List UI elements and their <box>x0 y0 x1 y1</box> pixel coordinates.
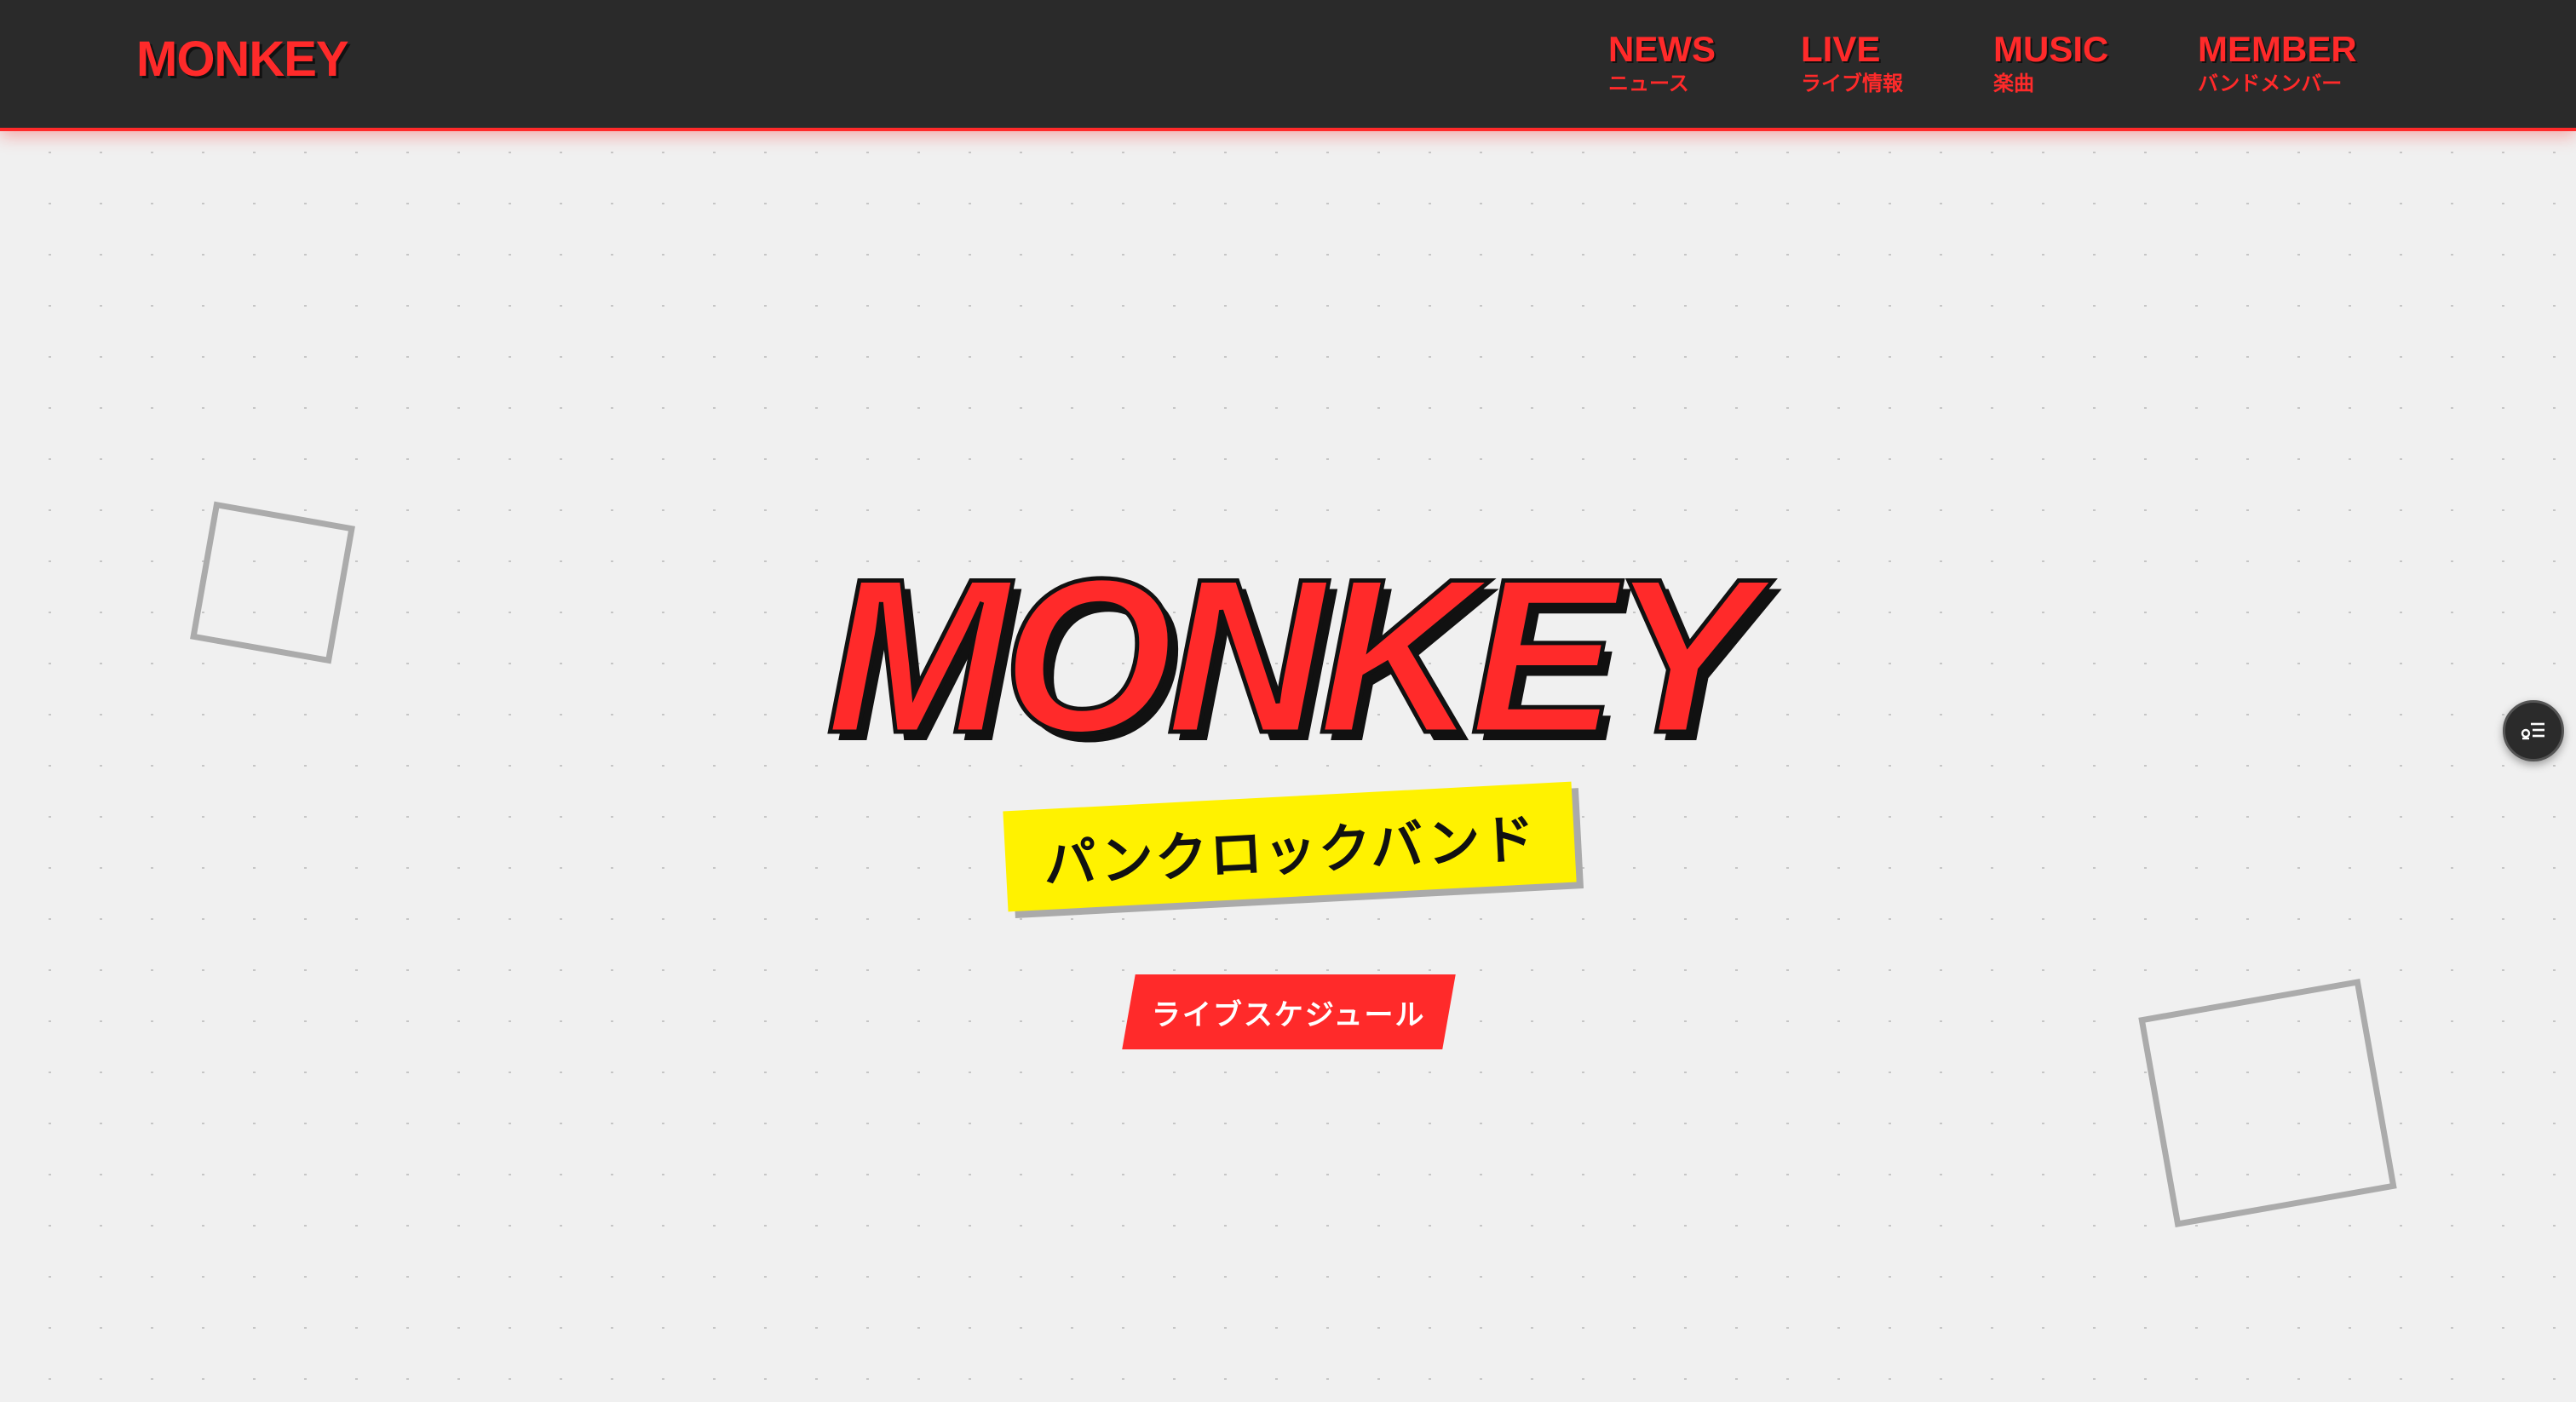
floating-menu-button[interactable] <box>2503 700 2564 761</box>
nav-item-sublabel: ライブ情報 <box>1801 72 1903 95</box>
nav-item-sublabel: 楽曲 <box>1993 72 2034 95</box>
live-schedule-button[interactable]: ライブスケジュール <box>1122 974 1456 1049</box>
live-schedule-button-label: ライブスケジュール <box>1152 997 1426 1032</box>
hero-title: MONKEY <box>824 532 1758 779</box>
nav-item-label: LIVE <box>1801 29 1881 69</box>
nav-item-label: NEWS <box>1608 29 1716 69</box>
nav-item-live[interactable]: LIVE ライブ情報 <box>1801 29 1903 97</box>
nav-item-news[interactable]: NEWS ニュース <box>1608 29 1716 97</box>
nav-item-sublabel: ニュース <box>1608 72 1689 95</box>
decorative-square-right <box>2138 978 2397 1228</box>
nav-item-member[interactable]: MEMBER バンドメンバー <box>2198 29 2357 97</box>
list-settings-icon <box>2521 722 2544 740</box>
nav-item-label: MEMBER <box>2198 29 2357 69</box>
site-logo[interactable]: MONKEY <box>136 31 349 88</box>
nav-item-sublabel: バンドメンバー <box>2198 72 2343 95</box>
nav-item-music[interactable]: MUSIC 楽曲 <box>1993 29 2108 97</box>
site-header: MONKEY NEWS ニュース LIVE ライブ情報 MUSIC 楽曲 MEM… <box>0 0 2576 131</box>
nav-item-label: MUSIC <box>1993 29 2109 69</box>
